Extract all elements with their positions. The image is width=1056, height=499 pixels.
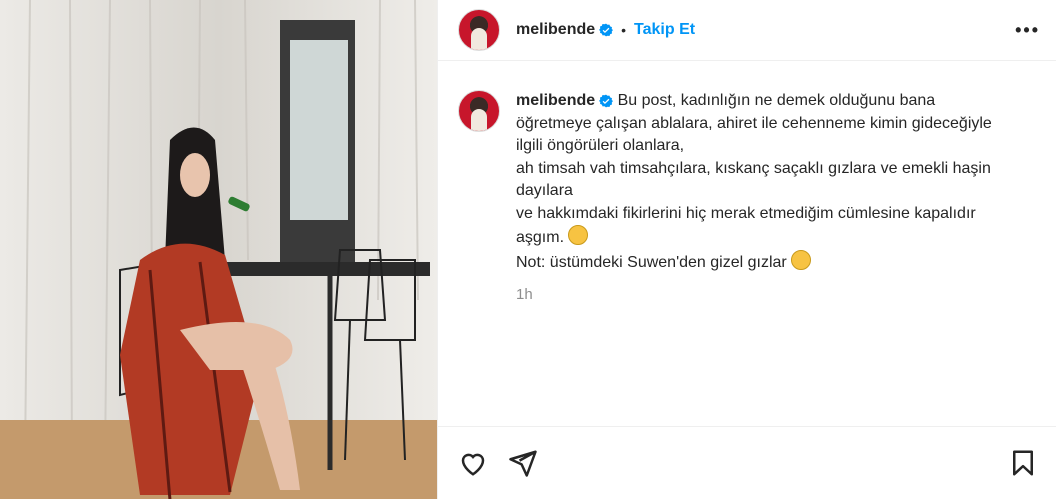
caption-line-4: Not: üstümdeki Suwen'den gizel gızlar <box>516 253 787 271</box>
post-dialog: melibende • Takip Et ••• melibende Bu po… <box>0 0 1056 499</box>
avatar[interactable] <box>458 9 500 51</box>
verified-badge-icon <box>599 23 614 37</box>
post-sidebar: melibende • Takip Et ••• melibende Bu po… <box>437 0 1056 499</box>
heart-icon[interactable] <box>458 448 488 478</box>
caption-line-2: ah timsah vah timsahçılara, kıskanç saça… <box>516 159 991 200</box>
share-icon[interactable] <box>508 448 538 478</box>
post-time[interactable]: 1h <box>516 284 996 307</box>
action-bar <box>438 426 1056 499</box>
verified-badge-icon <box>599 94 614 108</box>
post-image[interactable] <box>0 0 437 499</box>
separator-dot: • <box>621 22 627 38</box>
follow-button[interactable]: Takip Et <box>634 21 695 39</box>
bookmark-icon[interactable] <box>1008 448 1038 478</box>
caption-avatar[interactable] <box>458 90 500 132</box>
tongue-emoji-icon <box>568 225 589 245</box>
more-options-button[interactable]: ••• <box>1015 20 1040 41</box>
caption-text: melibende Bu post, kadınlığın ne demek o… <box>516 90 996 307</box>
username[interactable]: melibende <box>516 21 595 39</box>
post-header: melibende • Takip Et ••• <box>438 0 1056 61</box>
caption: melibende Bu post, kadınlığın ne demek o… <box>438 61 1056 307</box>
caption-username[interactable]: melibende <box>516 92 595 109</box>
post-image-illustration <box>0 0 437 499</box>
smile-emoji-icon <box>790 249 811 270</box>
